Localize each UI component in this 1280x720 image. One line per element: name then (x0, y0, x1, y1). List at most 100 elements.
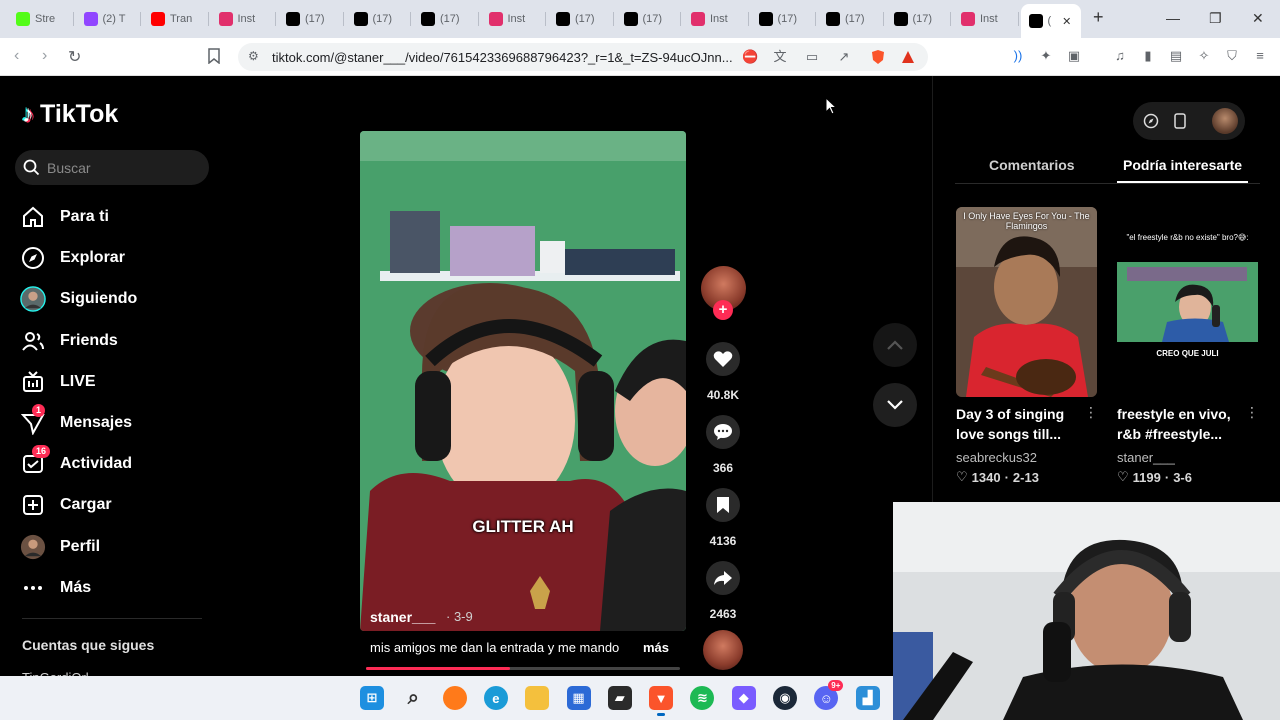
menu-icon[interactable]: ≡ (1252, 48, 1268, 64)
user-avatar[interactable] (1212, 108, 1238, 134)
browser-tab[interactable]: (17) (548, 6, 610, 32)
previous-video-button[interactable] (873, 323, 917, 367)
minimize-icon[interactable]: — (1166, 10, 1180, 26)
audio-playing-icon[interactable]: )) (1010, 48, 1026, 64)
site-info-icon[interactable]: ⚙ (248, 49, 259, 63)
media-icon[interactable]: ♫ (1112, 48, 1128, 64)
browser-tab[interactable]: (17) (278, 6, 340, 32)
sidebar-item-explorar[interactable]: Explorar (20, 243, 125, 273)
follow-button[interactable]: + (713, 300, 733, 320)
browser-tab-label: Tran (170, 13, 193, 25)
wallet-icon[interactable]: ▤ (1168, 48, 1184, 64)
video-author[interactable]: staner___ (370, 609, 435, 625)
comment-button[interactable] (706, 415, 740, 449)
firefox-icon[interactable] (442, 686, 467, 710)
browser-tab[interactable]: Inst (481, 6, 543, 32)
tab-separator (882, 12, 884, 26)
restore-icon[interactable]: ❐ (1209, 10, 1222, 27)
photos-icon[interactable]: ▟ (855, 686, 880, 710)
tiktok-logo[interactable]: ♪ TikTok (22, 100, 118, 129)
browser-toolbar: ‹ › ↻ ⚙ tiktok.com/@staner___/video/7615… (0, 38, 1280, 76)
next-video-button[interactable] (873, 383, 917, 427)
edge-icon[interactable]: e (483, 686, 508, 710)
video-progress-bar[interactable] (366, 667, 680, 670)
mute-site-icon[interactable]: ⛔ (742, 49, 758, 65)
translate-icon[interactable]: 文 (772, 49, 788, 65)
sidebar-item-m-s[interactable]: Más (20, 573, 91, 603)
tab-separator (815, 12, 816, 26)
vpn-icon[interactable]: ⛉ (1224, 48, 1240, 64)
app-icon[interactable]: ◆ (731, 686, 756, 710)
browser-tab[interactable]: Stre (8, 6, 70, 32)
save-button[interactable] (706, 488, 740, 522)
browser-tab[interactable]: (17) (413, 6, 475, 32)
brave-shields-icon[interactable] (870, 49, 886, 65)
recommended-video-title-2[interactable]: freestyle en vivo, r&b #freestyle... (1117, 404, 1247, 444)
new-tab-button[interactable]: + (1093, 7, 1104, 28)
card-2-more-icon[interactable]: ⋮ (1245, 404, 1259, 421)
browser-tab[interactable]: (✕ (1020, 4, 1081, 38)
card-1-more-icon[interactable]: ⋮ (1084, 404, 1098, 421)
share-button[interactable] (706, 561, 740, 595)
browser-tab[interactable]: (17) (346, 6, 408, 32)
browser-tab[interactable]: (2) T (76, 6, 138, 32)
like-button[interactable] (706, 342, 740, 376)
sticky-notes-icon[interactable]: ▰ (607, 686, 632, 710)
tab-podria-interesarte[interactable]: Podría interesarte (1123, 157, 1242, 173)
steam-icon[interactable]: ◉ (773, 686, 797, 710)
sidebar-item-mensajes[interactable]: 1 Mensajes (20, 404, 132, 438)
search-input[interactable] (47, 159, 197, 176)
browser-tab[interactable]: (17) (818, 6, 880, 32)
cast-icon[interactable]: ▭ (804, 49, 820, 65)
sidebar-item-siguiendo[interactable]: Siguiendo (20, 284, 137, 314)
store-icon[interactable]: ▦ (566, 686, 591, 710)
windows-start-icon[interactable]: ⊞ (360, 686, 384, 710)
sound-disc-avatar[interactable] (703, 630, 743, 670)
sidebar-item-perfil[interactable]: Perfil (20, 532, 100, 562)
search-icon[interactable]: ⌕ (401, 686, 425, 710)
reload-icon[interactable]: ↻ (68, 47, 81, 67)
sidebar-item-actividad[interactable]: 16 Actividad (20, 445, 132, 479)
url-text[interactable]: tiktok.com/@staner___/video/761542336968… (272, 50, 732, 65)
recommended-video-title-1[interactable]: Day 3 of singing love songs till... (956, 404, 1086, 444)
sidebar-item-cargar[interactable]: Cargar (20, 490, 112, 520)
search-box[interactable] (15, 150, 209, 185)
browser-tab[interactable]: (17) (886, 6, 948, 32)
video-date: · 3-9 (446, 609, 473, 624)
sidebar-item-para-ti[interactable]: Para ti (20, 202, 109, 232)
back-icon[interactable]: ‹ (14, 47, 19, 65)
extensions-icon[interactable]: ✦ (1038, 48, 1054, 64)
video-player[interactable]: GLITTER AH (360, 131, 686, 631)
recommended-video-thumb-2[interactable]: "el freestyle r&b no existe" bro?😅: CREO… (1117, 207, 1258, 397)
tab-manager-icon[interactable]: ▣ (1066, 48, 1082, 64)
bookmark-icon[interactable] (207, 48, 221, 67)
browser-tab[interactable]: Inst (953, 6, 1015, 32)
sidebar-icon[interactable]: ▮ (1140, 48, 1156, 64)
browser-tab[interactable]: Inst (683, 6, 745, 32)
tab-comentarios[interactable]: Comentarios (989, 157, 1075, 173)
browser-tab[interactable]: (17) (616, 6, 678, 32)
tiktok-logo-text: TikTok (40, 100, 119, 128)
video-more-link[interactable]: más (643, 640, 669, 655)
brave-rewards-icon[interactable] (900, 49, 916, 65)
discover-icon[interactable] (1143, 113, 1159, 134)
recommended-video-thumb-1[interactable]: I Only Have Eyes For You - The Flamingos (956, 207, 1097, 397)
sidebar-item-live[interactable]: LIVE (20, 367, 96, 397)
close-window-icon[interactable]: ✕ (1252, 10, 1264, 27)
browser-tab[interactable]: Tran (143, 6, 205, 32)
browser-tab-label: (17) (372, 13, 393, 25)
leo-ai-icon[interactable]: ✧ (1196, 48, 1212, 64)
sidebar-item-friends[interactable]: Friends (20, 326, 118, 356)
get-app-icon[interactable] (1174, 113, 1186, 134)
recommended-video-author-2[interactable]: staner___ (1117, 450, 1175, 465)
close-tab-icon[interactable]: ✕ (1062, 15, 1071, 28)
tab-separator (207, 12, 209, 26)
share-icon[interactable]: ↗ (836, 49, 852, 65)
browser-tab[interactable]: (17) (751, 6, 813, 32)
browser-tab[interactable]: Inst (211, 6, 273, 32)
recommended-video-author-1[interactable]: seabreckus32 (956, 450, 1037, 465)
file-explorer-icon[interactable] (525, 686, 550, 710)
forward-icon[interactable]: › (42, 47, 47, 65)
brave-icon[interactable]: ▼ (649, 686, 674, 716)
address-bar[interactable]: ⚙ tiktok.com/@staner___/video/7615423369… (238, 43, 928, 71)
